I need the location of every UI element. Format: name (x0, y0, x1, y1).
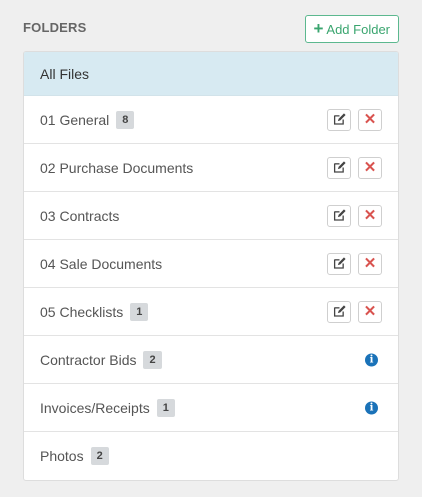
folder-actions: ✕ (327, 156, 382, 179)
close-icon: ✕ (363, 207, 377, 224)
file-count-badge: 2 (90, 447, 109, 465)
edit-icon (333, 161, 346, 174)
file-count-badge: 1 (130, 302, 149, 321)
close-icon: ✕ (363, 255, 377, 272)
file-count-badge: 8 (116, 110, 135, 129)
folder-actions: ✕ (327, 252, 382, 275)
edit-folder-button[interactable] (327, 300, 351, 323)
add-folder-label: Add Folder (326, 21, 390, 37)
folder-name: Photos (40, 448, 84, 464)
delete-folder-button[interactable]: ✕ (358, 300, 382, 323)
edit-icon (333, 257, 346, 270)
file-count-badge: 2 (143, 350, 162, 369)
folder-item[interactable]: Photos 2 (24, 432, 398, 480)
folder-list: All Files 01 General 8 ✕ 02 Purchase Docume… (23, 51, 399, 481)
folder-actions: ✕ (327, 108, 382, 131)
delete-folder-button[interactable]: ✕ (358, 108, 382, 131)
info-icon[interactable]: i (365, 401, 378, 414)
folder-name: 02 Purchase Documents (40, 159, 194, 176)
folder-item-all-files[interactable]: All Files (24, 52, 398, 96)
plus-icon: + (313, 18, 324, 38)
folders-title: FOLDERS (23, 20, 87, 35)
folder-name: 01 General (40, 111, 110, 128)
folder-item[interactable]: 02 Purchase Documents ✕ (24, 144, 398, 192)
edit-folder-button[interactable] (327, 156, 351, 179)
edit-icon (333, 113, 346, 126)
folder-item[interactable]: 05 Checklists 1 ✕ (24, 288, 398, 336)
folder-item[interactable]: Invoices/Receipts 1 i (24, 384, 398, 432)
add-folder-button[interactable]: + Add Folder (305, 15, 399, 43)
folder-actions: ✕ (327, 204, 382, 227)
folder-name: Contractor Bids (40, 351, 137, 368)
folder-name: 03 Contracts (40, 207, 120, 224)
close-icon: ✕ (363, 159, 377, 176)
folder-item[interactable]: 04 Sale Documents ✕ (24, 240, 398, 288)
edit-folder-button[interactable] (327, 252, 351, 275)
folder-item[interactable]: 03 Contracts ✕ (24, 192, 398, 240)
delete-folder-button[interactable]: ✕ (358, 156, 382, 179)
edit-folder-button[interactable] (327, 204, 351, 227)
delete-folder-button[interactable]: ✕ (358, 204, 382, 227)
edit-icon (333, 209, 346, 222)
folder-actions: ✕ (327, 300, 382, 323)
close-icon: ✕ (363, 303, 377, 320)
file-count-badge: 1 (156, 398, 175, 417)
folder-name: Invoices/Receipts (40, 399, 150, 416)
folder-name: All Files (40, 65, 90, 82)
folder-item[interactable]: Contractor Bids 2 i (24, 336, 398, 384)
folder-name: 05 Checklists (40, 303, 124, 320)
folder-item[interactable]: 01 General 8 ✕ (24, 96, 398, 144)
info-icon[interactable]: i (365, 353, 378, 366)
folders-header: FOLDERS + Add Folder (23, 0, 399, 48)
edit-icon (333, 305, 346, 318)
delete-folder-button[interactable]: ✕ (358, 252, 382, 275)
folders-panel: FOLDERS + Add Folder All Files 01 Genera… (0, 0, 422, 497)
edit-folder-button[interactable] (327, 108, 351, 131)
close-icon: ✕ (363, 111, 377, 128)
folder-name: 04 Sale Documents (40, 255, 163, 272)
